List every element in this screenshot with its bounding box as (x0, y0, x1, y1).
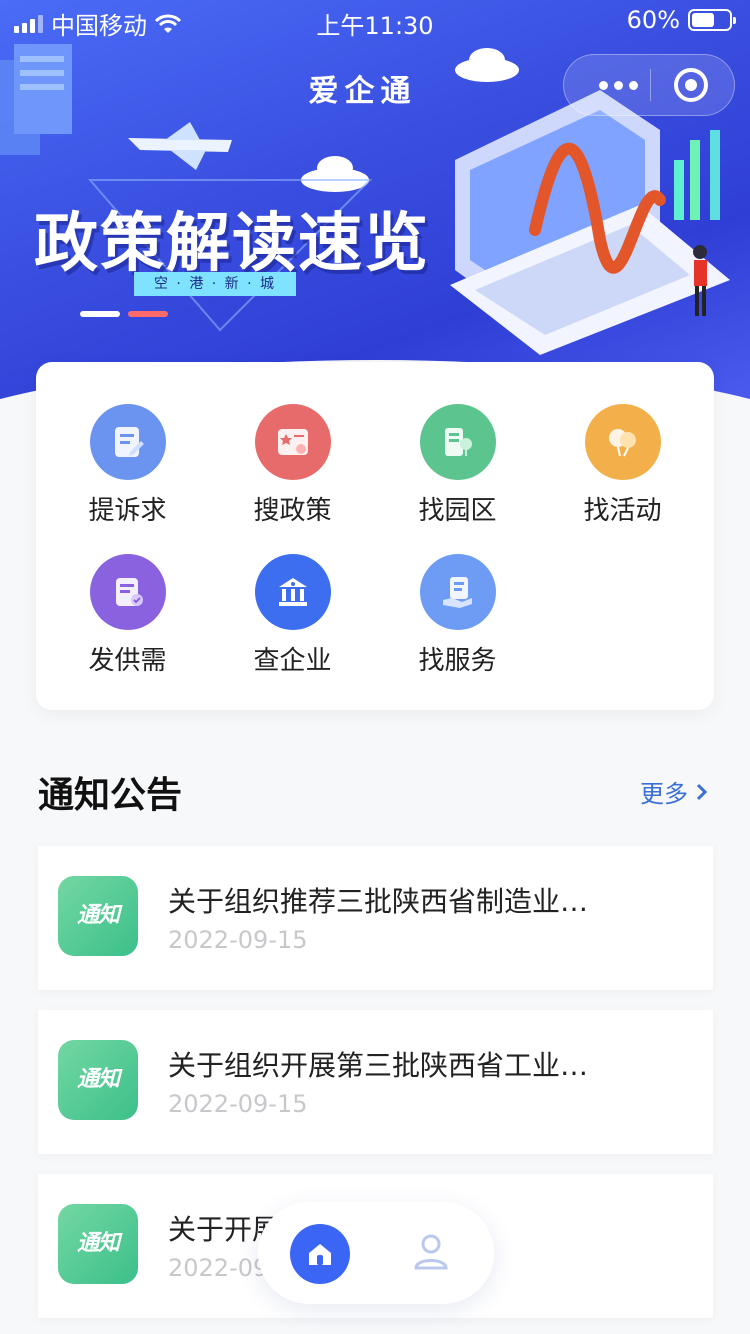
user-icon[interactable] (413, 1232, 449, 1272)
grid-label: 提诉求 (88, 496, 167, 526)
notice-badge: 通知 (58, 1040, 138, 1120)
grid-label: 查企业 (253, 646, 332, 676)
grid-item-find-activity[interactable]: 找活动 (540, 404, 705, 544)
battery-percent: 60% (626, 6, 680, 34)
notice-badge: 通知 (58, 1204, 138, 1284)
notice-title: 关于组织开展第三批陕西省工业… (168, 1049, 589, 1082)
notice-date: 2022-09-15 (168, 926, 308, 954)
bottom-nav (258, 1202, 494, 1304)
notices-title: 通知公告 (38, 775, 183, 816)
grid-label: 找活动 (583, 496, 662, 526)
notices-more-link[interactable]: 更多 (640, 774, 708, 809)
grid-item-search-company[interactable]: 查企业 (210, 554, 375, 694)
hand-document-icon (419, 554, 496, 630)
balloons-icon (584, 404, 661, 480)
certificate-icon (254, 404, 331, 480)
notice-item[interactable]: 通知 关于组织推荐三批陕西省制造业… 2022-09-15 (38, 846, 713, 990)
carousel-dot[interactable] (80, 311, 120, 317)
grid-item-submit-request[interactable]: 提诉求 (45, 404, 210, 544)
grid-item-post-supply-demand[interactable]: 发供需 (45, 554, 210, 694)
more-dots-icon[interactable] (586, 55, 650, 115)
edit-document-icon (89, 404, 166, 480)
grid-label: 搜政策 (253, 496, 332, 526)
grid-label: 找服务 (418, 646, 497, 676)
bank-icon (254, 554, 331, 630)
notice-badge: 通知 (58, 876, 138, 956)
miniprogram-capsule (563, 54, 735, 116)
service-grid: 提诉求 搜政策 找园区 找活动 发供需 查企业 找服务 (36, 362, 714, 710)
carousel-dot-active[interactable] (128, 311, 168, 317)
building-tree-icon (419, 404, 496, 480)
notice-title: 关于组织推荐三批陕西省制造业… (168, 885, 589, 918)
grid-item-find-park[interactable]: 找园区 (375, 404, 540, 544)
banner-tag: 空 · 港 · 新 · 城 (134, 272, 296, 296)
grid-item-find-service[interactable]: 找服务 (375, 554, 540, 694)
capsule-divider (650, 69, 651, 101)
banner-headline: 政策解读速览 (34, 207, 430, 281)
notice-date: 2022-09-15 (168, 1090, 308, 1118)
banner[interactable]: 中国移动 上午11:30 60% 爱企通 政策解读速览 空 · 港 · 新 · … (0, 0, 750, 420)
grid-label: 找园区 (418, 496, 497, 526)
home-icon[interactable] (290, 1224, 350, 1284)
battery-icon (688, 9, 736, 31)
grid-item-search-policy[interactable]: 搜政策 (210, 404, 375, 544)
carousel-indicator (80, 311, 168, 317)
notice-item[interactable]: 通知 关于组织开展第三批陕西省工业… 2022-09-15 (38, 1010, 713, 1154)
status-bar: 中国移动 上午11:30 60% (0, 0, 750, 40)
close-target-icon[interactable] (674, 68, 708, 102)
document-check-icon (89, 554, 166, 630)
grid-label: 发供需 (88, 646, 167, 676)
more-label: 更多 (640, 780, 688, 808)
chevron-right-icon (696, 783, 708, 800)
